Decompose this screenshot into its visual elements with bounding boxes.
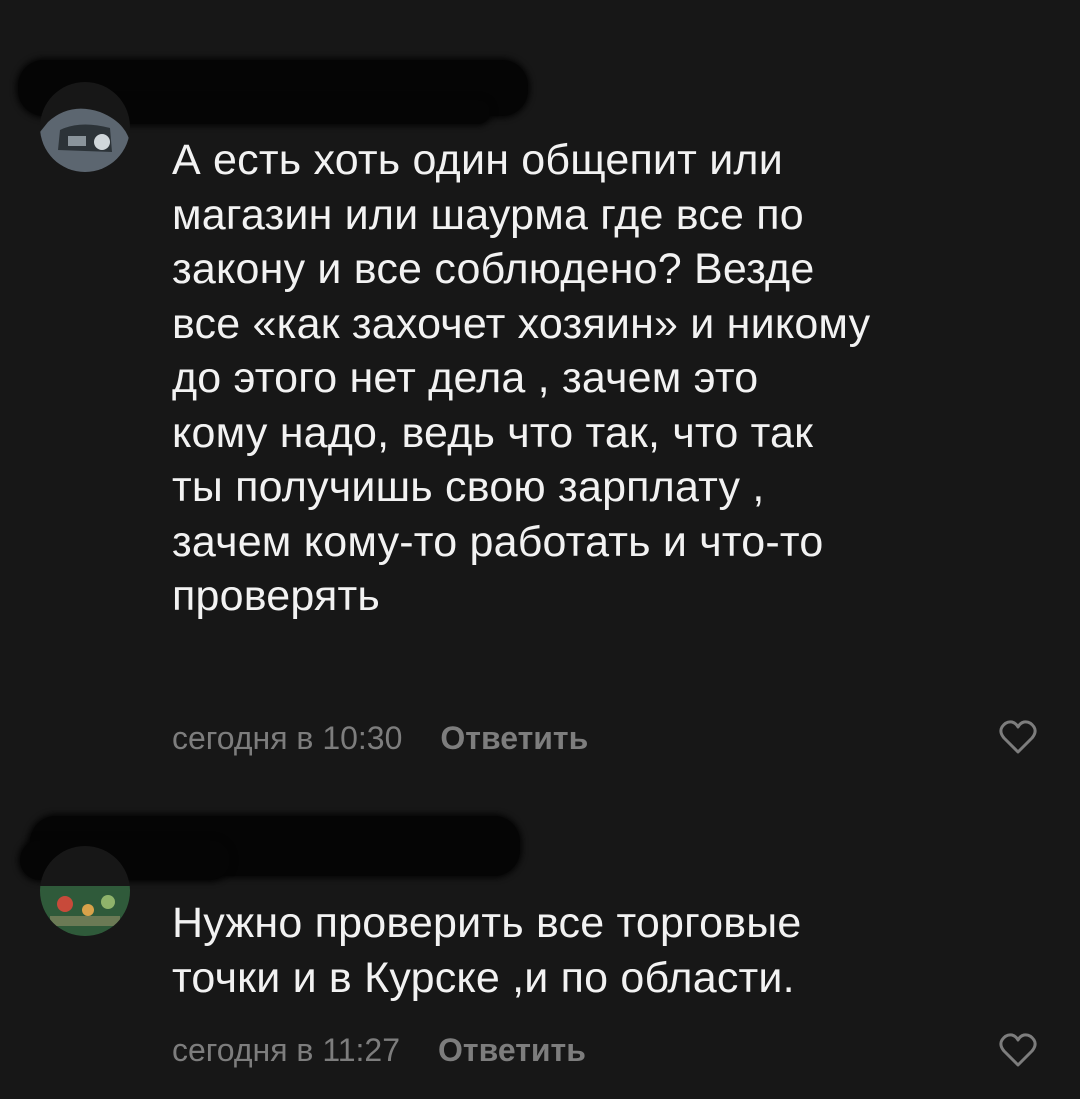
comment-1: А есть хоть один общепит или магазин или… <box>0 0 1080 790</box>
avatar[interactable] <box>40 846 130 936</box>
reply-button[interactable]: Ответить <box>440 720 588 757</box>
comment-meta: сегодня в 11:27 Ответить <box>172 1032 586 1069</box>
comment-timestamp: сегодня в 10:30 <box>172 720 403 756</box>
reply-button[interactable]: Ответить <box>438 1032 586 1069</box>
comment-meta: сегодня в 10:30 Ответить <box>172 720 588 757</box>
comment-text: А есть хоть один общепит или магазин или… <box>172 136 871 620</box>
heart-outline-icon[interactable] <box>998 1032 1038 1068</box>
comment-timestamp: сегодня в 11:27 <box>172 1032 401 1068</box>
comment-text: Нужно проверить все торговые точки и в К… <box>172 899 802 1002</box>
heart-outline-icon[interactable] <box>998 719 1038 755</box>
avatar[interactable] <box>40 82 130 172</box>
comment-2: Нужно проверить все торговые точки и в К… <box>0 790 1080 1099</box>
